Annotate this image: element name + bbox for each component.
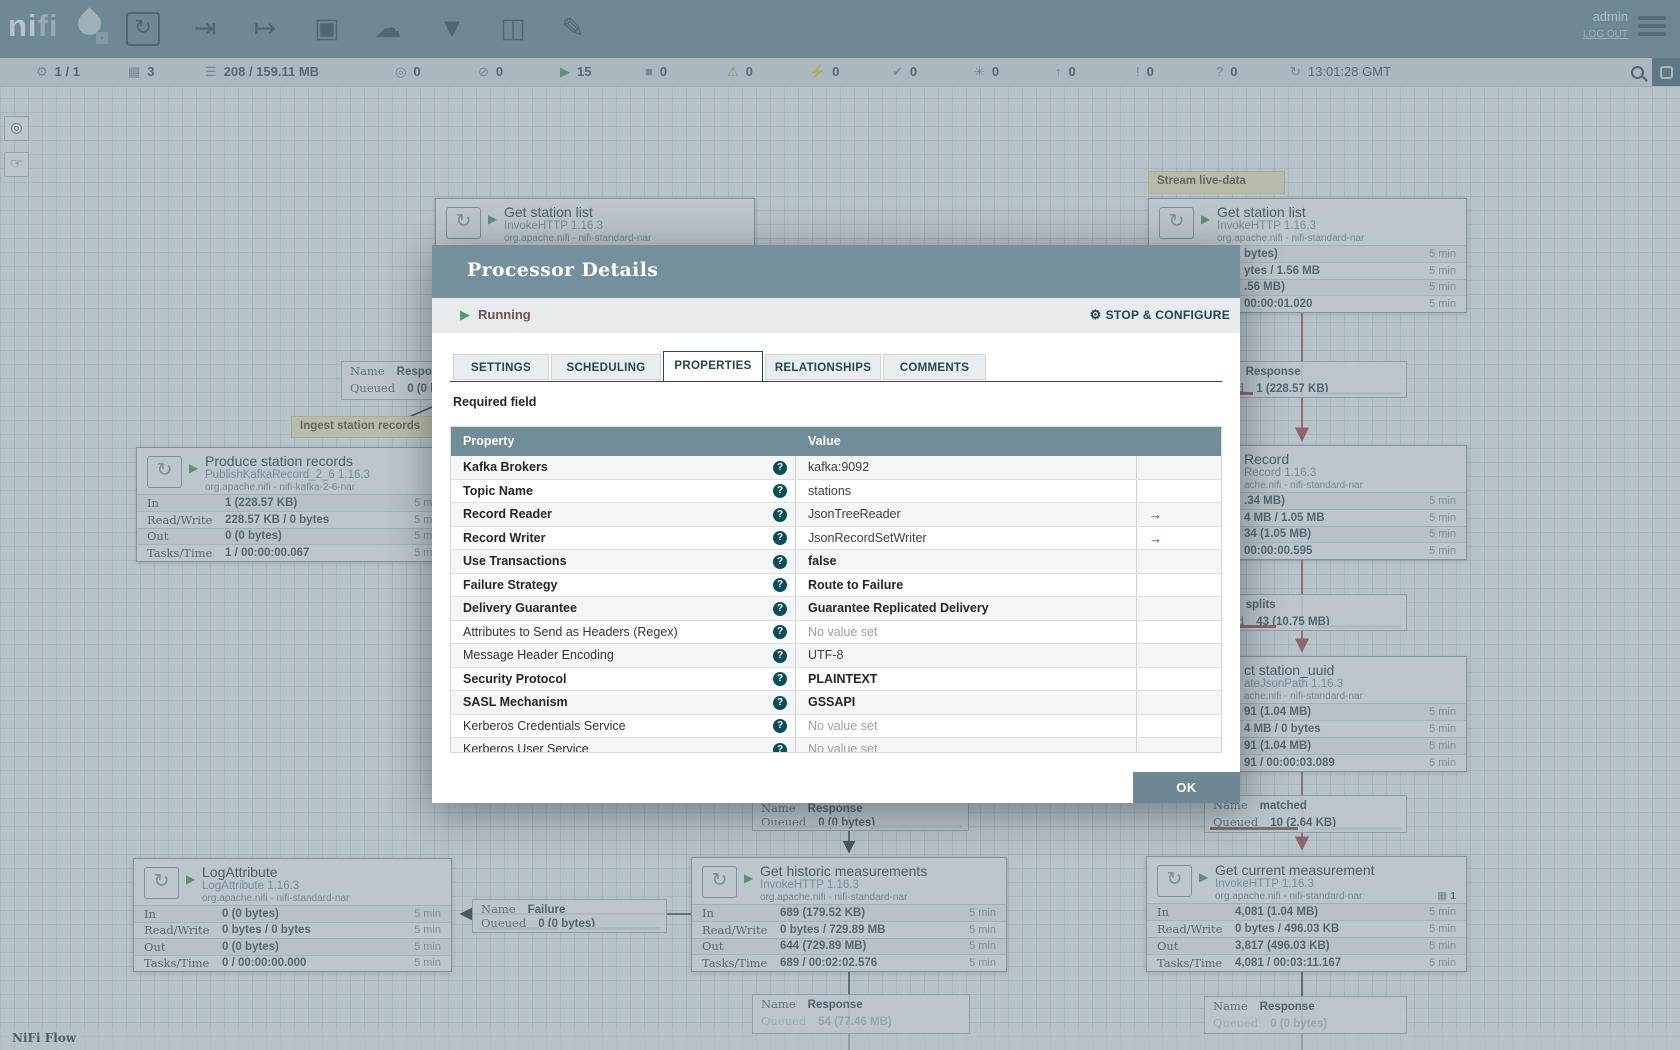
table-row[interactable]: SASL Mechanism? GSSAPI — [451, 691, 1221, 715]
tab-properties[interactable]: PROPERTIES — [663, 351, 763, 382]
help-icon[interactable]: ? — [773, 648, 787, 663]
help-icon[interactable]: ? — [773, 460, 787, 475]
tab-relationships[interactable]: RELATIONSHIPS — [765, 354, 881, 380]
table-row[interactable]: Use Transactions? false — [451, 550, 1221, 574]
table-header: Property Value — [451, 427, 1221, 456]
table-row[interactable]: Topic Name? stations — [451, 479, 1221, 503]
help-icon[interactable]: ? — [773, 507, 787, 522]
column-property: Property — [463, 434, 515, 448]
dialog-tabs: SETTINGS SCHEDULING PROPERTIES RELATIONS… — [453, 351, 986, 382]
table-row[interactable]: Attributes to Send as Headers (Regex)? N… — [451, 620, 1221, 644]
help-icon[interactable]: ? — [773, 625, 787, 639]
help-icon[interactable]: ? — [773, 695, 787, 710]
required-field-note: Required field — [453, 395, 537, 409]
table-row[interactable]: Failure Strategy? Route to Failure — [451, 573, 1221, 597]
table-row[interactable]: Delivery Guarantee? Guarantee Replicated… — [451, 597, 1221, 621]
go-to-service-icon[interactable]: → — [1149, 503, 1162, 527]
table-row[interactable]: Record Writer? JsonRecordSetWriter → — [451, 526, 1221, 551]
tab-settings[interactable]: SETTINGS — [453, 354, 549, 380]
properties-table: Property Value Kafka Brokers? kafka:9092… — [450, 426, 1222, 753]
table-row[interactable]: Record Reader? JsonTreeReader → — [451, 503, 1221, 527]
stop-and-configure-button[interactable]: ⚙ STOP & CONFIGURE — [1090, 307, 1230, 323]
dialog-title: Processor Details — [467, 259, 659, 281]
table-row[interactable]: Security Protocol? PLAINTEXT — [451, 667, 1221, 691]
tab-comments[interactable]: COMMENTS — [883, 354, 986, 380]
gear-icon: ⚙ — [1089, 307, 1102, 322]
dialog-status-row: ▶ Running ⚙ STOP & CONFIGURE — [432, 298, 1240, 333]
help-icon[interactable]: ? — [773, 672, 787, 686]
help-icon[interactable]: ? — [773, 531, 787, 545]
help-icon[interactable]: ? — [773, 554, 787, 569]
help-icon[interactable]: ? — [773, 601, 787, 616]
dialog-header: Processor Details — [432, 245, 1240, 298]
help-icon[interactable]: ? — [773, 719, 787, 733]
help-icon[interactable]: ? — [773, 578, 787, 592]
table-row[interactable]: Kafka Brokers? kafka:9092 — [451, 456, 1221, 480]
run-status-text: Running — [478, 307, 531, 322]
nifi-app: nifi ↻ ⇥ ↦ ▣ ☁ ▼ ◫ ✎ admin LOG OUT ⚙ 1 / … — [0, 0, 1680, 1050]
table-row[interactable]: Kerberos Credentials Service? No value s… — [451, 714, 1221, 738]
tab-scheduling[interactable]: SCHEDULING — [551, 354, 661, 380]
help-icon[interactable]: ? — [773, 484, 787, 498]
help-icon[interactable]: ? — [773, 742, 787, 752]
processor-details-dialog: Processor Details ▶ Running ⚙ STOP & CONF… — [432, 245, 1240, 803]
running-icon: ▶ — [460, 307, 470, 322]
column-value: Value — [808, 434, 841, 448]
ok-button[interactable]: OK — [1133, 772, 1240, 803]
table-row[interactable]: Message Header Encoding? UTF-8 — [451, 644, 1221, 668]
table-row-partial[interactable]: Kerberos User Service? No value set — [451, 738, 1221, 752]
go-to-service-icon[interactable]: → — [1149, 527, 1162, 551]
